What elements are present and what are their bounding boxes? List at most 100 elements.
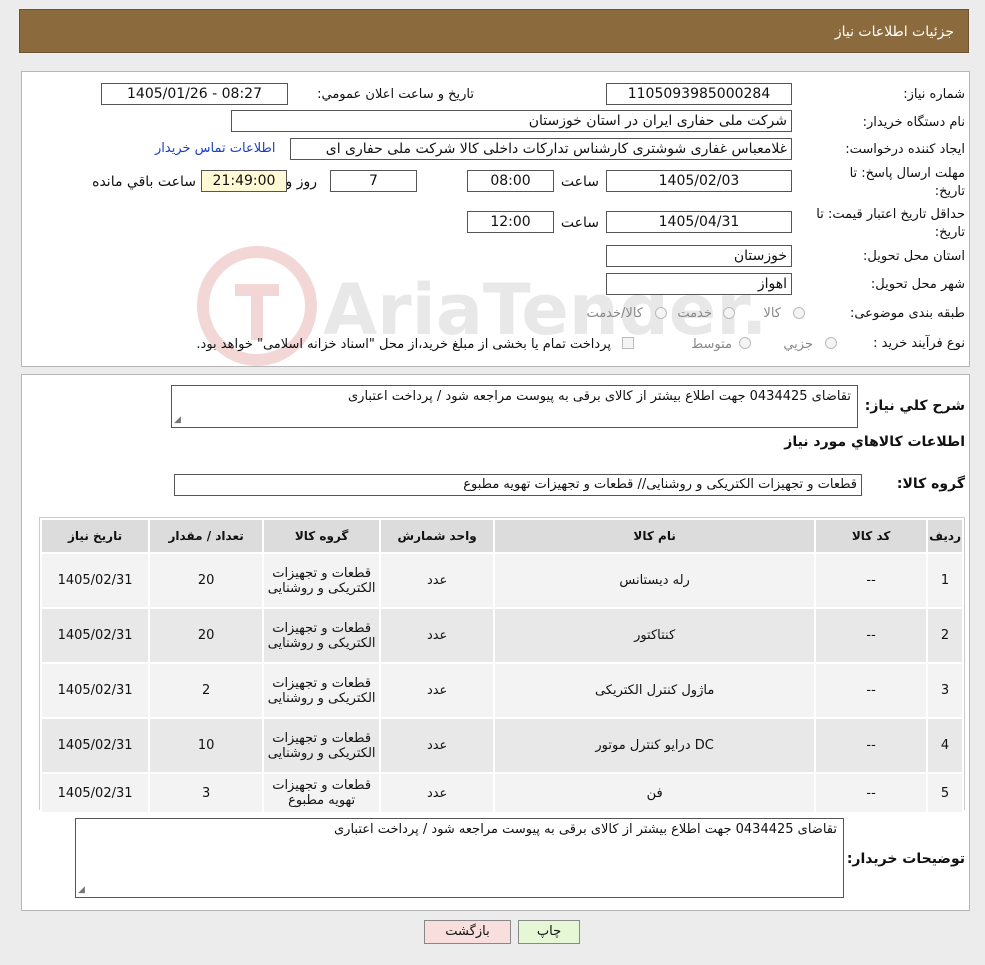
reply-deadline-label-date: تاریخ:: [934, 184, 965, 199]
cell-unit: عدد: [379, 552, 496, 609]
cell-item-code: --: [814, 607, 929, 664]
header-row-number: رديف: [926, 518, 964, 554]
cell-quantity: 10: [148, 717, 265, 774]
table-row: 5 -- فن عدد قطعات و تجهیزات تهویه مطبوع …: [39, 772, 964, 814]
buyer-notes-label: توضیحات خریدار:: [846, 851, 965, 867]
days-remaining-field: 7: [330, 170, 417, 192]
creator-field: غلامعباس غفاری شوشتری کارشناس تدارکات دا…: [290, 138, 792, 160]
description-text: تقاضای 0434425 جهت اطلاع بیشتر از کالای …: [348, 389, 851, 404]
cell-item-name: فن: [493, 772, 817, 814]
cell-unit: عدد: [379, 607, 496, 664]
header-item-code: کد کالا: [814, 518, 929, 554]
goods-table: رديف کد کالا نام کالا واحد شمارش گروه کا…: [39, 518, 964, 814]
treasury-payment-checkbox[interactable]: [622, 337, 634, 349]
price-validity-label: حداقل تاریخ اعتبار قیمت: تا: [816, 207, 965, 222]
buyer-org-label: نام دستگاه خریدار:: [862, 115, 965, 130]
cell-quantity: 20: [148, 552, 265, 609]
category-radio-service[interactable]: [723, 307, 735, 319]
announce-field: 1405/01/26 - 08:27: [101, 83, 288, 105]
cell-item-group: قطعات و تجهیزات تهویه مطبوع: [262, 772, 382, 814]
cell-row-number: 3: [926, 662, 964, 719]
reply-time-label: ساعت: [560, 174, 599, 190]
buyer-notes-text: تقاضای 0434425 جهت اطلاع بیشتر از کالای …: [334, 822, 837, 837]
goods-table-container: رديف کد کالا نام کالا واحد شمارش گروه کا…: [39, 517, 965, 814]
process-option-medium: متوسط: [691, 337, 732, 352]
cell-unit: عدد: [379, 717, 496, 774]
reply-deadline-label: مهلت ارسال پاسخ: تا: [849, 166, 965, 181]
category-option-service: خدمت: [677, 306, 712, 321]
cell-unit: عدد: [379, 662, 496, 719]
time-remaining-label: ساعت باقي مانده: [92, 174, 196, 190]
need-number-label: شماره نیاز:: [903, 87, 965, 102]
table-row: 2 -- کنتاکتور عدد قطعات و تجهیزات الکتری…: [39, 607, 964, 664]
cell-item-group: قطعات و تجهیزات الکتریکی و روشنایی: [262, 607, 382, 664]
page-title: جزئیات اطلاعات نیاز: [834, 24, 954, 40]
cell-need-date: 1405/02/31: [39, 607, 151, 664]
header-need-date: تاریخ نیاز: [39, 518, 151, 554]
category-radio-goods[interactable]: [793, 307, 805, 319]
resize-grip-icon: ◢: [174, 415, 181, 425]
cell-need-date: 1405/02/31: [39, 552, 151, 609]
cell-item-name: DC درایو کنترل موتور: [493, 717, 817, 774]
creator-label: ایجاد کننده درخواست:: [845, 142, 965, 157]
process-type-label: نوع فرآیند خرید :: [873, 336, 965, 351]
resize-grip-icon: ◢: [78, 885, 85, 895]
cell-row-number: 5: [926, 772, 964, 814]
print-button[interactable]: چاپ: [518, 920, 580, 944]
category-option-goods: کالا: [763, 306, 781, 321]
goods-info-title: اطلاعات کالاهاي مورد نياز: [784, 434, 965, 450]
goods-group-field: قطعات و تجهیزات الکتریکی و روشنایی// قطع…: [174, 474, 862, 496]
header-item-name: نام کالا: [493, 518, 817, 554]
price-validity-date-field: 1405/04/31: [606, 211, 792, 233]
cell-unit: عدد: [379, 772, 496, 814]
header-unit: واحد شمارش: [379, 518, 496, 554]
goods-group-label: گروه کالا:: [896, 476, 965, 492]
price-validity-label-date: تاریخ:: [934, 225, 965, 240]
cell-row-number: 2: [926, 607, 964, 664]
buyer-org-field: شرکت ملی حفاری ایران در استان خوزستان: [231, 110, 792, 132]
price-validity-time-field: 12:00: [467, 211, 554, 233]
cell-item-code: --: [814, 772, 929, 814]
price-validity-time-label: ساعت: [560, 215, 599, 231]
cell-item-code: --: [814, 717, 929, 774]
province-label: استان محل تحویل:: [863, 249, 965, 264]
category-option-goods-service: کالا/خدمت: [586, 306, 643, 321]
header-item-group: گروه کالا: [262, 518, 382, 554]
page-header: جزئیات اطلاعات نیاز: [19, 9, 969, 53]
cell-quantity: 3: [148, 772, 265, 814]
reply-date-field: 1405/02/03: [606, 170, 792, 192]
description-field: تقاضای 0434425 جهت اطلاع بیشتر از کالای …: [171, 385, 858, 428]
category-label: طبقه بندی موضوعی:: [849, 306, 965, 321]
table-row: 1 -- رله دیستانس عدد قطعات و تجهیزات الک…: [39, 552, 964, 609]
city-field: اهواز: [606, 273, 792, 295]
table-header-row: رديف کد کالا نام کالا واحد شمارش گروه کا…: [39, 518, 964, 554]
cell-item-group: قطعات و تجهیزات الکتریکی و روشنایی: [262, 662, 382, 719]
cell-need-date: 1405/02/31: [39, 772, 151, 814]
process-option-minor: جزيي: [783, 337, 813, 352]
need-number-field: 1105093985000284: [606, 83, 792, 105]
cell-item-code: --: [814, 552, 929, 609]
back-button[interactable]: بازگشت: [424, 920, 511, 944]
days-label: روز و: [285, 174, 318, 190]
reply-time-field: 08:00: [467, 170, 554, 192]
description-label: شرح کلي نياز:: [864, 398, 965, 414]
announce-label: تاریخ و ساعت اعلان عمومي:: [317, 87, 474, 102]
cell-row-number: 1: [926, 552, 964, 609]
process-radio-minor[interactable]: [825, 337, 837, 349]
buyer-notes-field: تقاضای 0434425 جهت اطلاع بیشتر از کالای …: [75, 818, 844, 898]
cell-item-name: کنتاکتور: [493, 607, 817, 664]
cell-need-date: 1405/02/31: [39, 662, 151, 719]
cell-quantity: 20: [148, 607, 265, 664]
table-row: 3 -- ماژول کنترل الکتریکی عدد قطعات و تج…: [39, 662, 964, 719]
time-remaining-field: 21:49:00: [201, 170, 287, 192]
watermark-stem: [251, 284, 263, 340]
cell-item-name: ماژول کنترل الکتریکی: [493, 662, 817, 719]
category-radio-goods-service[interactable]: [655, 307, 667, 319]
buyer-contact-link[interactable]: اطلاعات تماس خریدار: [155, 141, 275, 156]
province-field: خوزستان: [606, 245, 792, 267]
treasury-payment-note: پرداخت تمام یا بخشی از مبلغ خرید،از محل …: [196, 337, 611, 352]
process-radio-medium[interactable]: [739, 337, 751, 349]
header-quantity: تعداد / مقدار: [148, 518, 265, 554]
table-row: 4 -- DC درایو کنترل موتور عدد قطعات و تج…: [39, 717, 964, 774]
cell-quantity: 2: [148, 662, 265, 719]
